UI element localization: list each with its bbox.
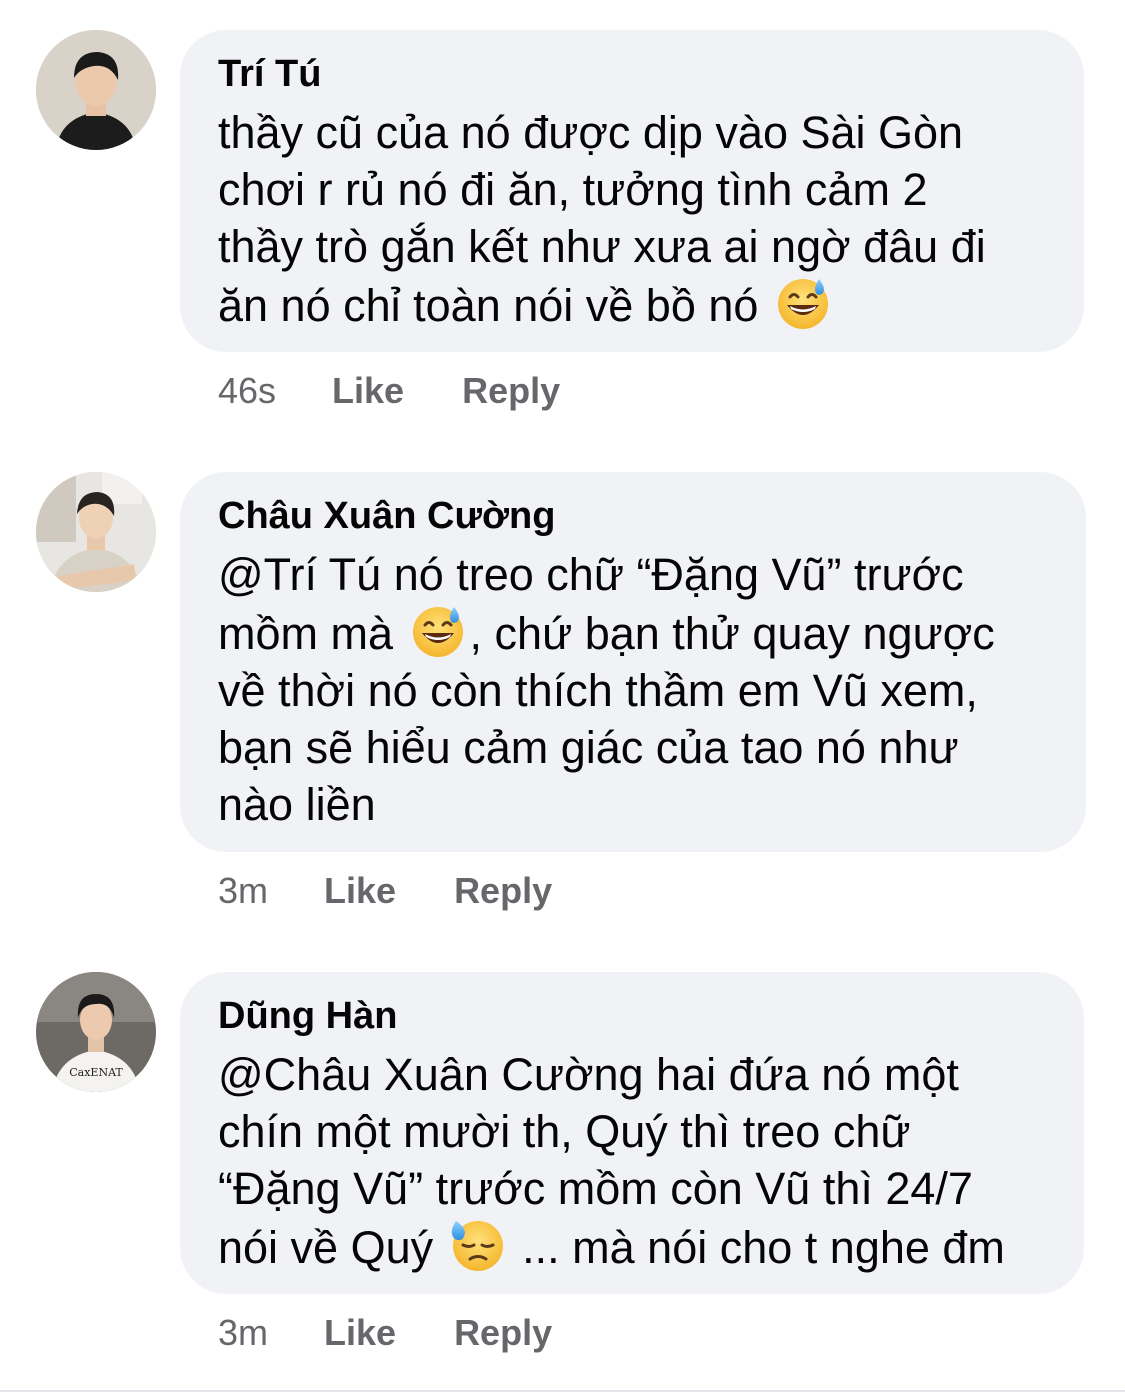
svg-text:CaxENAT: CaxENAT [69, 1066, 123, 1079]
avatar[interactable] [36, 30, 156, 150]
comment-line: ... mà nói cho t nghe đm [522, 1222, 1005, 1273]
comment-line: @Châu Xuân Cường hai đứa nó một [218, 1049, 959, 1100]
reply-button[interactable]: Reply [454, 870, 552, 912]
comment-timestamp[interactable]: 3m [218, 1312, 268, 1354]
reply-button[interactable]: Reply [462, 370, 560, 412]
comment-author[interactable]: Trí Tú [218, 52, 1046, 96]
downcast-sweat-emoji [450, 1217, 506, 1273]
comment-actions: 3m Like Reply [218, 1312, 552, 1354]
comment-author[interactable]: Châu Xuân Cường [218, 494, 1048, 538]
like-button[interactable]: Like [324, 1312, 396, 1354]
comment-line: chín một mười th, Quý thì treo chữ [218, 1106, 911, 1157]
comment-timestamp[interactable]: 46s [218, 370, 276, 412]
comment-text: thầy cũ của nó được dịp vào Sài Gòn chơi … [218, 104, 1046, 334]
comment-line: ăn nó chỉ toàn nói về bồ nó [218, 280, 759, 331]
comment-author[interactable]: Dũng Hàn [218, 994, 1046, 1038]
comment-line: thầy cũ của nó được dịp vào Sài Gòn [218, 107, 964, 158]
avatar[interactable] [36, 472, 156, 592]
comment-line: chơi r rủ nó đi ăn, tưởng tình cảm 2 [218, 164, 928, 215]
comment-line: @Trí Tú nó treo chữ “Đặng Vũ” trước [218, 549, 964, 600]
avatar[interactable]: CaxENAT [36, 972, 156, 1092]
comment-bubble: Dũng Hàn @Châu Xuân Cường hai đứa nó một… [180, 972, 1084, 1294]
comment-bubble: Châu Xuân Cường @Trí Tú nó treo chữ “Đặn… [180, 472, 1086, 852]
comment-line: , chứ bạn thử quay ngược [469, 608, 995, 659]
like-button[interactable]: Like [332, 370, 404, 412]
comment-line: “Đặng Vũ” trước mồm còn Vũ thì 24/7 [218, 1163, 973, 1214]
comment-text: @Châu Xuân Cường hai đứa nó một chín một … [218, 1046, 1046, 1276]
comment-bubble: Trí Tú thầy cũ của nó được dịp vào Sài G… [180, 30, 1084, 352]
comment-line: nào liền [218, 779, 376, 830]
comment-line: nói về Quý [218, 1222, 434, 1273]
grinning-sweat-emoji [775, 275, 831, 331]
grinning-sweat-emoji [410, 603, 466, 659]
comment-actions: 3m Like Reply [218, 870, 552, 912]
comment-line: mồm mà [218, 608, 394, 659]
reply-button[interactable]: Reply [454, 1312, 552, 1354]
comment-text: @Trí Tú nó treo chữ “Đặng Vũ” trước mồm m… [218, 546, 1048, 833]
comment-line: thầy trò gắn kết như xưa ai ngờ đâu đi [218, 221, 986, 272]
like-button[interactable]: Like [324, 870, 396, 912]
comment-line: bạn sẽ hiểu cảm giác của tao nó như [218, 722, 959, 773]
comment-actions: 46s Like Reply [218, 370, 560, 412]
comment-line: về thời nó còn thích thầm em Vũ xem, [218, 665, 978, 716]
comment-timestamp[interactable]: 3m [218, 870, 268, 912]
